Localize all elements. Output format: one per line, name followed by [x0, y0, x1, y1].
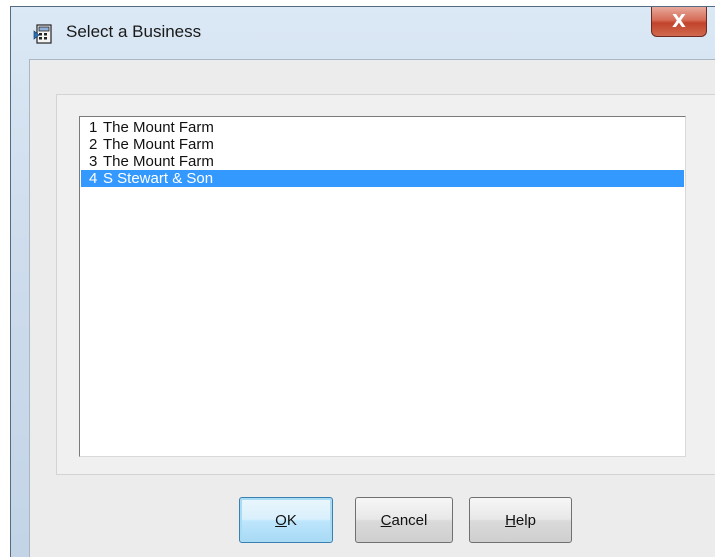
ok-button[interactable]: OK [239, 497, 333, 543]
help-button[interactable]: Help [469, 497, 572, 543]
title-bar[interactable]: Select a Business X [11, 7, 715, 59]
list-frame: 1 The Mount Farm 2 The Mount Farm 3 The Mount… [56, 94, 715, 475]
ok-button-label: OK [275, 511, 297, 529]
dialog-client-area: 1 The Mount Farm 2 The Mount Farm 3 The Mount… [29, 59, 715, 557]
list-item-name: The Mount Farm [103, 119, 214, 136]
list-item-name: The Mount Farm [103, 136, 214, 153]
list-item-name: The Mount Farm [103, 153, 214, 170]
list-item-name: S Stewart & Son [103, 170, 214, 187]
window-title: Select a Business [66, 22, 202, 41]
close-button[interactable]: X [651, 7, 707, 37]
cancel-button[interactable]: Cancel [355, 497, 453, 543]
list-item[interactable]: 2 The Mount Farm [81, 136, 684, 153]
list-item[interactable]: 3 The Mount Farm [81, 153, 684, 170]
list-item-number: 2 [89, 136, 98, 153]
calculator-icon [33, 24, 53, 44]
close-icon: X [672, 11, 686, 32]
list-item[interactable]: 4 S Stewart & Son [81, 170, 684, 187]
list-item-number: 1 [89, 119, 98, 136]
cancel-button-label: Cancel [380, 511, 428, 529]
list-item[interactable]: 1 The Mount Farm [81, 119, 684, 136]
help-button-label: Help [505, 511, 536, 529]
business-listbox[interactable]: 1 The Mount Farm 2 The Mount Farm 3 The Mount… [79, 116, 686, 457]
select-business-dialog: Select a Business X 1 The Mount Farm 2 The … [10, 6, 715, 557]
list-item-number: 3 [89, 153, 98, 170]
list-item-number: 4 [89, 170, 98, 187]
